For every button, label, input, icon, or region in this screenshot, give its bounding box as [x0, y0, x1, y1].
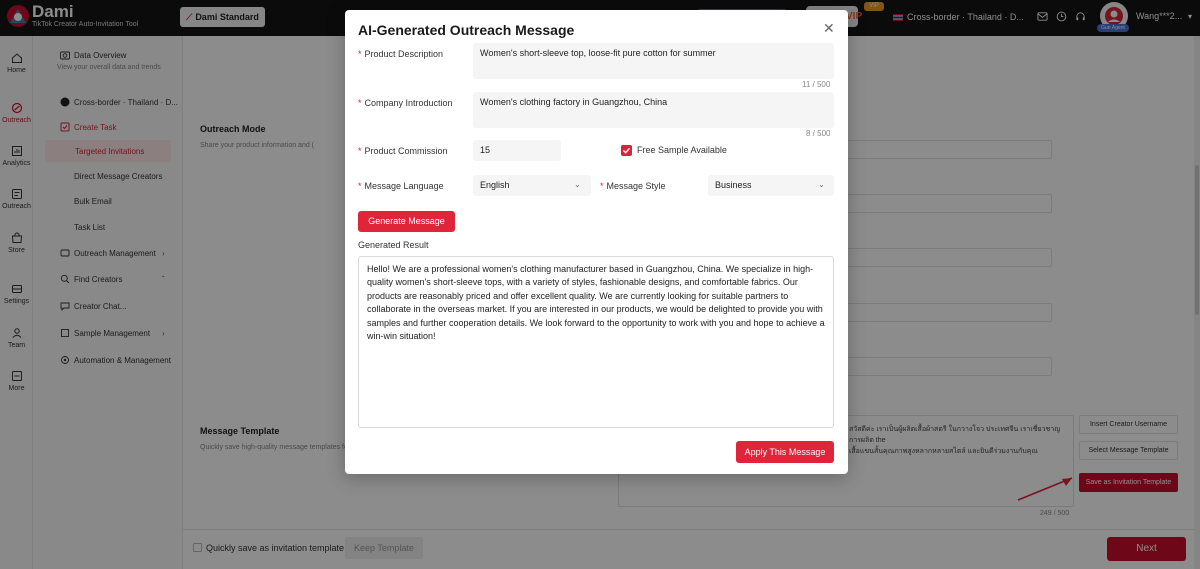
- free-sample-checkbox[interactable]: [621, 145, 632, 156]
- language-label: * Message Language: [358, 181, 444, 191]
- generated-result-label: Generated Result: [358, 240, 429, 250]
- modal-title: AI-Generated Outreach Message: [358, 22, 575, 38]
- chevron-down-icon: ⌄: [818, 180, 825, 189]
- company-intro-input[interactable]: Women's clothing factory in Guangzhou, C…: [473, 92, 834, 128]
- style-select[interactable]: Business: [708, 175, 834, 196]
- apply-message-button[interactable]: Apply This Message: [736, 441, 834, 463]
- commission-input[interactable]: 15: [473, 140, 561, 161]
- product-description-input[interactable]: Women's short-sleeve top, loose-fit pure…: [473, 43, 834, 79]
- close-icon[interactable]: ✕: [823, 21, 835, 35]
- generate-message-button[interactable]: Generate Message: [358, 211, 455, 232]
- product-description-label: * Product Description: [358, 49, 444, 59]
- company-intro-label: * Company Introduction: [358, 98, 453, 108]
- company-intro-count: 8 / 500: [806, 129, 831, 138]
- ai-message-modal: AI-Generated Outreach Message ✕ * Product…: [345, 10, 848, 474]
- check-icon: [623, 147, 631, 154]
- chevron-down-icon: ⌄: [574, 180, 581, 189]
- commission-label: * Product Commission: [358, 146, 448, 156]
- product-description-count: 11 / 500: [802, 80, 831, 89]
- generated-result-textarea[interactable]: Hello! We are a professional women's clo…: [358, 256, 834, 428]
- style-label: * Message Style: [600, 181, 666, 191]
- free-sample-label: Free Sample Available: [637, 145, 727, 155]
